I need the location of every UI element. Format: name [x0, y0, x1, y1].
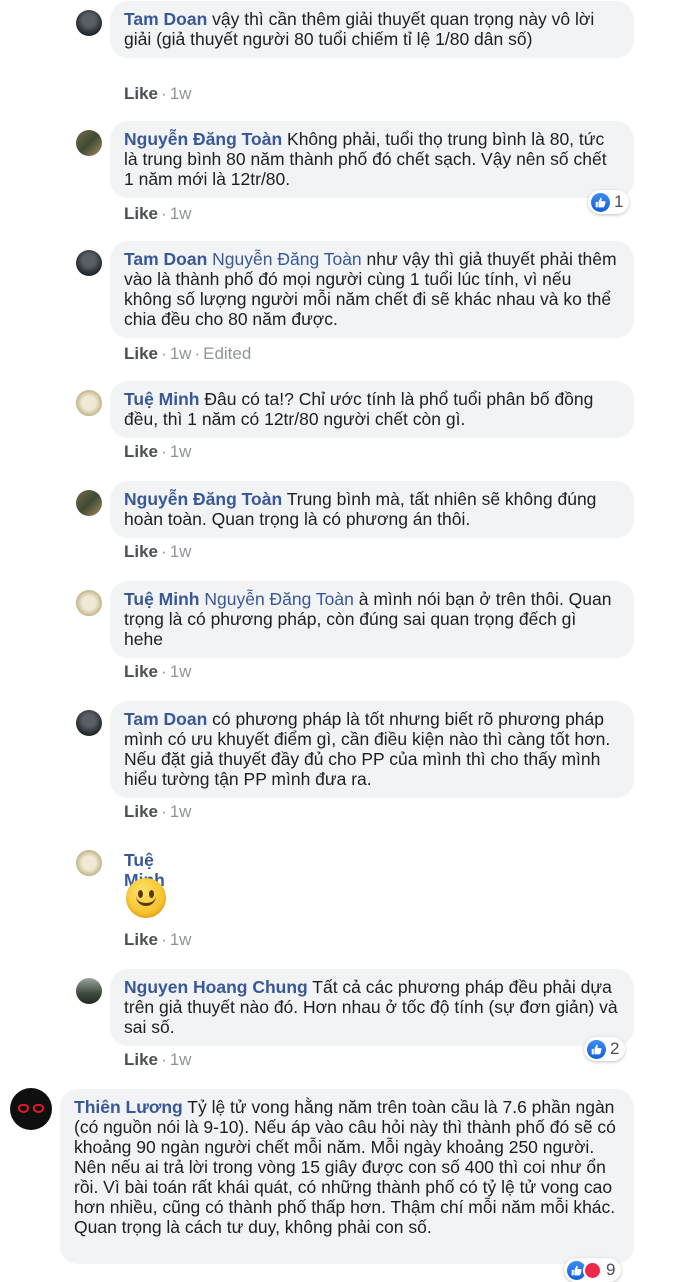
- like-button[interactable]: Like: [124, 84, 158, 103]
- comment-actions: Like · 1w · Edited: [124, 344, 252, 363]
- author-name[interactable]: Tam Doan: [124, 709, 207, 729]
- comment-bubble: Nguyễn Đăng Toàn Trung bình mà, tất nhiê…: [110, 481, 634, 538]
- comment-bubble: Tam Doan có phương pháp là tốt nhưng biế…: [110, 701, 634, 798]
- comment-bubble: Tuệ Minh Đâu có ta!? Chỉ ước tính là phổ…: [110, 381, 634, 438]
- avatar[interactable]: [76, 10, 102, 36]
- heart-icon: [583, 1260, 602, 1280]
- mention-link[interactable]: Nguyễn Đăng Toàn: [200, 589, 354, 609]
- comment-bubble: Thiên Lương Tỷ lệ tử vong hằng năm trên …: [60, 1089, 634, 1264]
- edited-label[interactable]: Edited: [203, 344, 251, 363]
- avatar[interactable]: [76, 850, 102, 876]
- timestamp[interactable]: 1w: [170, 930, 192, 949]
- comment-actions: Like · 1w: [124, 662, 192, 681]
- author-name[interactable]: Tuệ Minh: [124, 589, 200, 609]
- author-name[interactable]: Tam Doan: [124, 9, 207, 29]
- comment-bubble: Nguyễn Đăng Toàn Không phải, tuổi thọ tr…: [110, 121, 634, 198]
- comment-actions: Like · 1w: [124, 542, 192, 561]
- reaction-number: 1: [614, 192, 624, 211]
- like-button[interactable]: Like: [124, 662, 158, 681]
- timestamp[interactable]: 1w: [170, 344, 192, 363]
- smiling-face-icon: [126, 878, 166, 918]
- avatar[interactable]: [76, 590, 102, 616]
- like-button[interactable]: Like: [124, 1050, 158, 1069]
- comment-bubble: Tam Doan Nguyễn Đăng Toàn như vậy thì gi…: [110, 241, 634, 338]
- avatar[interactable]: [76, 710, 102, 736]
- like-button[interactable]: Like: [124, 802, 158, 821]
- like-button[interactable]: Like: [124, 542, 158, 561]
- avatar[interactable]: [76, 978, 102, 1004]
- comment-actions: Like · 1w: [124, 204, 192, 223]
- like-button[interactable]: Like: [124, 204, 158, 223]
- comment-bubble: Tam Doan vậy thì cần thêm giải thuyết qu…: [110, 1, 634, 58]
- comment-actions: Like · 1w: [124, 802, 192, 821]
- timestamp[interactable]: 1w: [170, 662, 192, 681]
- avatar[interactable]: [76, 490, 102, 516]
- comment-bubble: Tuệ Minh Nguyễn Đăng Toàn à mình nói bạn…: [110, 581, 634, 658]
- reaction-number: 9: [606, 1260, 616, 1279]
- reactions-count[interactable]: 2: [584, 1037, 626, 1061]
- like-button[interactable]: Like: [124, 442, 158, 461]
- mention-link[interactable]: Nguyễn Đăng Toàn: [207, 249, 362, 269]
- timestamp[interactable]: 1w: [170, 542, 192, 561]
- avatar[interactable]: [76, 130, 102, 156]
- timestamp[interactable]: 1w: [170, 802, 192, 821]
- avatar[interactable]: [10, 1088, 52, 1130]
- author-name[interactable]: Nguyễn Đăng Toàn: [124, 489, 282, 509]
- comment-actions: Like · 1w: [124, 84, 192, 103]
- reactions-count[interactable]: 1: [588, 190, 630, 214]
- like-button[interactable]: Like: [124, 344, 158, 363]
- comment-actions: Like · 1w: [124, 930, 192, 949]
- author-name[interactable]: Tuệ Minh: [124, 389, 200, 409]
- timestamp[interactable]: 1w: [170, 84, 192, 103]
- comment-text: Tỷ lệ tử vong hằng năm trên toàn cầu là …: [74, 1097, 616, 1237]
- reactions-count[interactable]: 9: [564, 1258, 622, 1282]
- avatar[interactable]: [76, 250, 102, 276]
- timestamp[interactable]: 1w: [170, 1050, 192, 1069]
- author-name[interactable]: Nguyen Hoang Chung: [124, 977, 308, 997]
- avatar[interactable]: [76, 390, 102, 416]
- comment-bubble: Nguyen Hoang Chung Tất cả các phương phá…: [110, 969, 634, 1046]
- thumbs-up-icon: [587, 1039, 606, 1059]
- comment-actions: Like · 1w: [124, 1050, 192, 1069]
- timestamp[interactable]: 1w: [170, 204, 192, 223]
- comment-actions: Like · 1w: [124, 442, 192, 461]
- author-name[interactable]: Tam Doan: [124, 249, 207, 269]
- like-button[interactable]: Like: [124, 930, 158, 949]
- sunglasses-icon: [18, 1103, 44, 1115]
- timestamp[interactable]: 1w: [170, 442, 192, 461]
- author-name[interactable]: Nguyễn Đăng Toàn: [124, 129, 282, 149]
- reaction-number: 2: [610, 1039, 620, 1058]
- thumbs-up-icon: [591, 192, 610, 212]
- author-name[interactable]: Thiên Lương: [74, 1097, 183, 1117]
